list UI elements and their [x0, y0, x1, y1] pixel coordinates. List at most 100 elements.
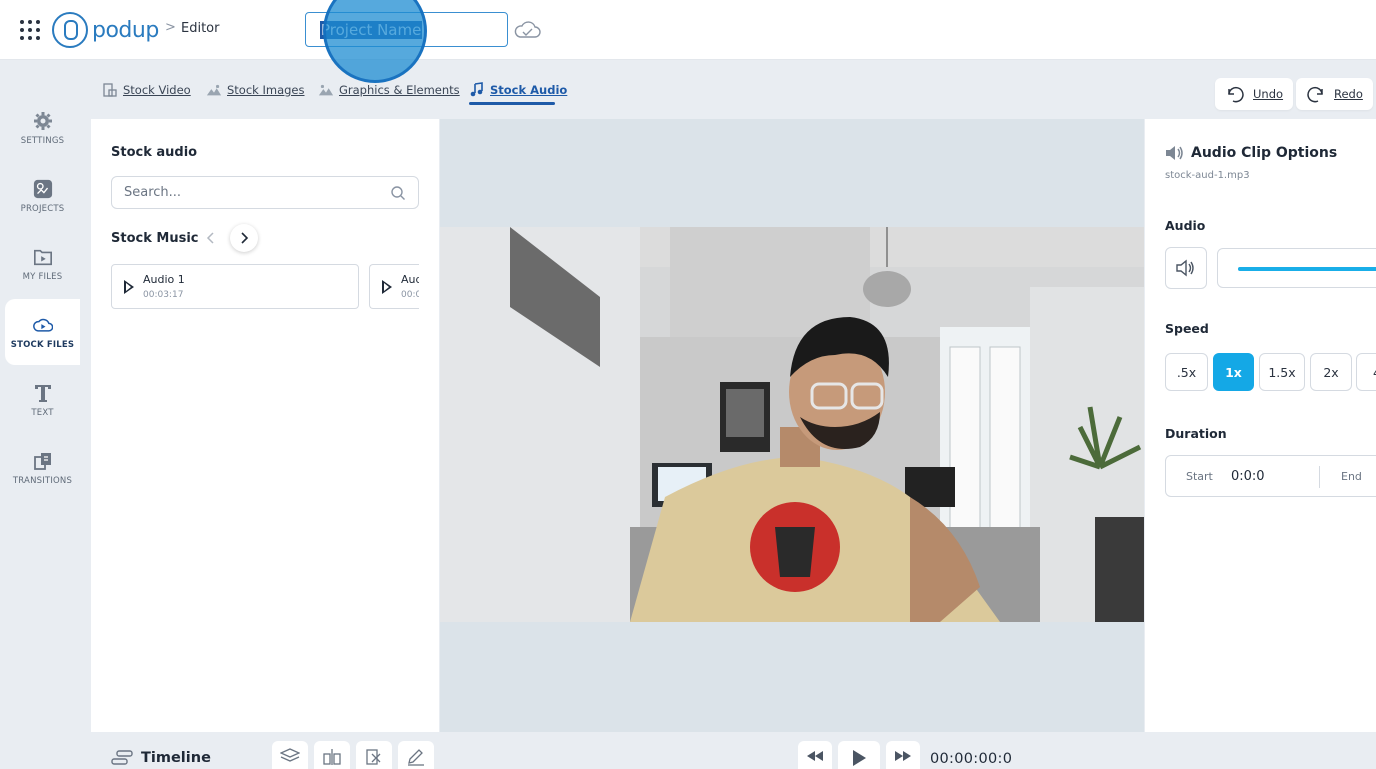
- panel-header: Audio Clip Options: [1165, 145, 1337, 161]
- chevron-right-icon: [241, 232, 249, 244]
- play-icon[interactable]: [124, 280, 134, 294]
- nav-label: STOCK FILES: [10, 339, 75, 350]
- nav-label: TRANSITIONS: [12, 475, 73, 486]
- timecode: 00:00:00:0: [930, 751, 1013, 767]
- search-input[interactable]: [124, 185, 390, 200]
- video-preview[interactable]: [440, 227, 1144, 622]
- nav-item-settings[interactable]: SETTINGS: [5, 95, 80, 161]
- cloud-play-icon: [32, 315, 53, 335]
- nav-item-my-files[interactable]: MY FILES: [5, 231, 80, 297]
- tab-graphics-elements[interactable]: Graphics & Elements: [318, 82, 460, 98]
- active-tab-indicator: [469, 102, 555, 105]
- text-icon: [33, 383, 53, 403]
- volume-slider[interactable]: [1238, 267, 1376, 271]
- speed-label: Speed: [1165, 321, 1209, 336]
- rewind-button[interactable]: [798, 741, 832, 769]
- audio-name: Audio 2: [401, 273, 419, 286]
- left-nav: SETTINGS PROJECTS MY FILES STOCK FILES T…: [0, 60, 80, 769]
- stock-tabs: Stock Video Stock Images Graphics & Elem…: [90, 70, 1376, 118]
- audio-item[interactable]: Audio 2 00:0: [369, 264, 419, 309]
- nav-item-text[interactable]: TEXT: [5, 367, 80, 433]
- pencil-icon: [408, 749, 424, 766]
- speed-button[interactable]: 1.5x: [1259, 353, 1305, 391]
- nav-item-stock-files[interactable]: STOCK FILES: [5, 299, 80, 365]
- panel-title: Stock audio: [111, 145, 198, 160]
- audio-clip-options-panel: Audio Clip Options stock-aud-1.mp3 Audio…: [1145, 119, 1376, 732]
- split-button[interactable]: [314, 741, 350, 769]
- play-icon: [853, 750, 866, 766]
- start-time-input[interactable]: 0:0:0: [1231, 469, 1265, 484]
- layers-button[interactable]: [272, 741, 308, 769]
- split-icon: [323, 749, 341, 765]
- timeline-bar: Timeline 00:00:00:0: [91, 732, 1376, 769]
- forward-button[interactable]: [886, 741, 920, 769]
- duration-box: Start 0:0:0 End: [1165, 455, 1376, 497]
- timeline-title: Timeline: [141, 750, 211, 766]
- tab-stock-images[interactable]: Stock Images: [206, 82, 305, 98]
- audio-duration: 00:0: [401, 290, 419, 300]
- shapes-icon: [318, 82, 334, 98]
- apps-grid-icon[interactable]: [20, 20, 40, 40]
- start-label: Start: [1186, 470, 1213, 483]
- mute-button[interactable]: [1165, 247, 1207, 289]
- panel-title: Audio Clip Options: [1191, 145, 1338, 161]
- speed-button[interactable]: 1x: [1213, 353, 1254, 391]
- redo-label: Redo: [1334, 87, 1363, 101]
- trim-button[interactable]: [356, 741, 392, 769]
- nav-item-transitions[interactable]: TRANSITIONS: [5, 435, 80, 501]
- audio-item[interactable]: Audio 1 00:03:17: [111, 264, 359, 309]
- brand-logo[interactable]: podup: [52, 11, 159, 49]
- breadcrumb: Editor: [181, 21, 220, 36]
- speed-button[interactable]: 2x: [1310, 353, 1352, 391]
- brand-name: podup: [92, 17, 159, 43]
- chevron-left-icon: [206, 232, 214, 244]
- layers-icon: [280, 748, 300, 762]
- speed-button[interactable]: 4x: [1356, 353, 1376, 391]
- clip-filename: stock-aud-1.mp3: [1165, 170, 1250, 181]
- redo-button[interactable]: Redo: [1296, 78, 1373, 110]
- edit-button[interactable]: [398, 741, 434, 769]
- breadcrumb-separator: >: [165, 20, 176, 35]
- audio-duration: 00:03:17: [143, 290, 184, 300]
- timeline-header: Timeline: [111, 750, 211, 766]
- tab-stock-audio[interactable]: Stock Audio: [469, 82, 567, 98]
- folder-play-icon: [33, 247, 53, 267]
- project-name-text: Project Name: [320, 20, 423, 39]
- tab-label: Stock Images: [227, 83, 305, 97]
- preview-stage: [440, 119, 1144, 732]
- redo-icon: [1307, 86, 1323, 103]
- audio-name: Audio 1: [143, 273, 185, 286]
- tab-label: Stock Audio: [490, 83, 568, 97]
- audio-label: Audio: [1165, 218, 1206, 233]
- volume-slider-fill: [1238, 267, 1376, 271]
- tab-stock-video[interactable]: Stock Video: [102, 82, 191, 98]
- timeline-icon: [111, 750, 133, 765]
- cloud-saved-icon: [514, 21, 541, 38]
- project-name-input[interactable]: Project Name: [305, 12, 508, 47]
- transitions-icon: [33, 451, 53, 471]
- play-icon[interactable]: [382, 280, 392, 294]
- prev-button[interactable]: [197, 224, 225, 252]
- speaker-icon: [1176, 259, 1194, 277]
- next-button[interactable]: [230, 224, 258, 252]
- undo-icon: [1228, 86, 1244, 103]
- volume-icon: [1166, 146, 1183, 160]
- nav-item-projects[interactable]: PROJECTS: [5, 163, 80, 229]
- nav-label: TEXT: [31, 407, 54, 418]
- nav-label: MY FILES: [22, 271, 63, 282]
- stock-audio-panel: Stock audio Stock Music Audio 1 00:03:17…: [91, 119, 439, 732]
- play-button[interactable]: [838, 741, 880, 769]
- image-icon: [206, 82, 222, 98]
- music-note-icon: [469, 82, 485, 98]
- undo-button[interactable]: Undo: [1215, 78, 1294, 110]
- fast-forward-icon: [895, 751, 911, 761]
- trim-icon: [366, 749, 381, 765]
- end-label: End: [1341, 470, 1362, 483]
- volume-slider-box: [1217, 248, 1376, 288]
- speed-button[interactable]: .5x: [1165, 353, 1208, 391]
- search-box: [111, 176, 419, 209]
- stock-music-title: Stock Music: [111, 231, 199, 246]
- podup-logo-icon: [52, 12, 88, 48]
- search-icon[interactable]: [390, 185, 406, 201]
- divider: [1319, 466, 1320, 488]
